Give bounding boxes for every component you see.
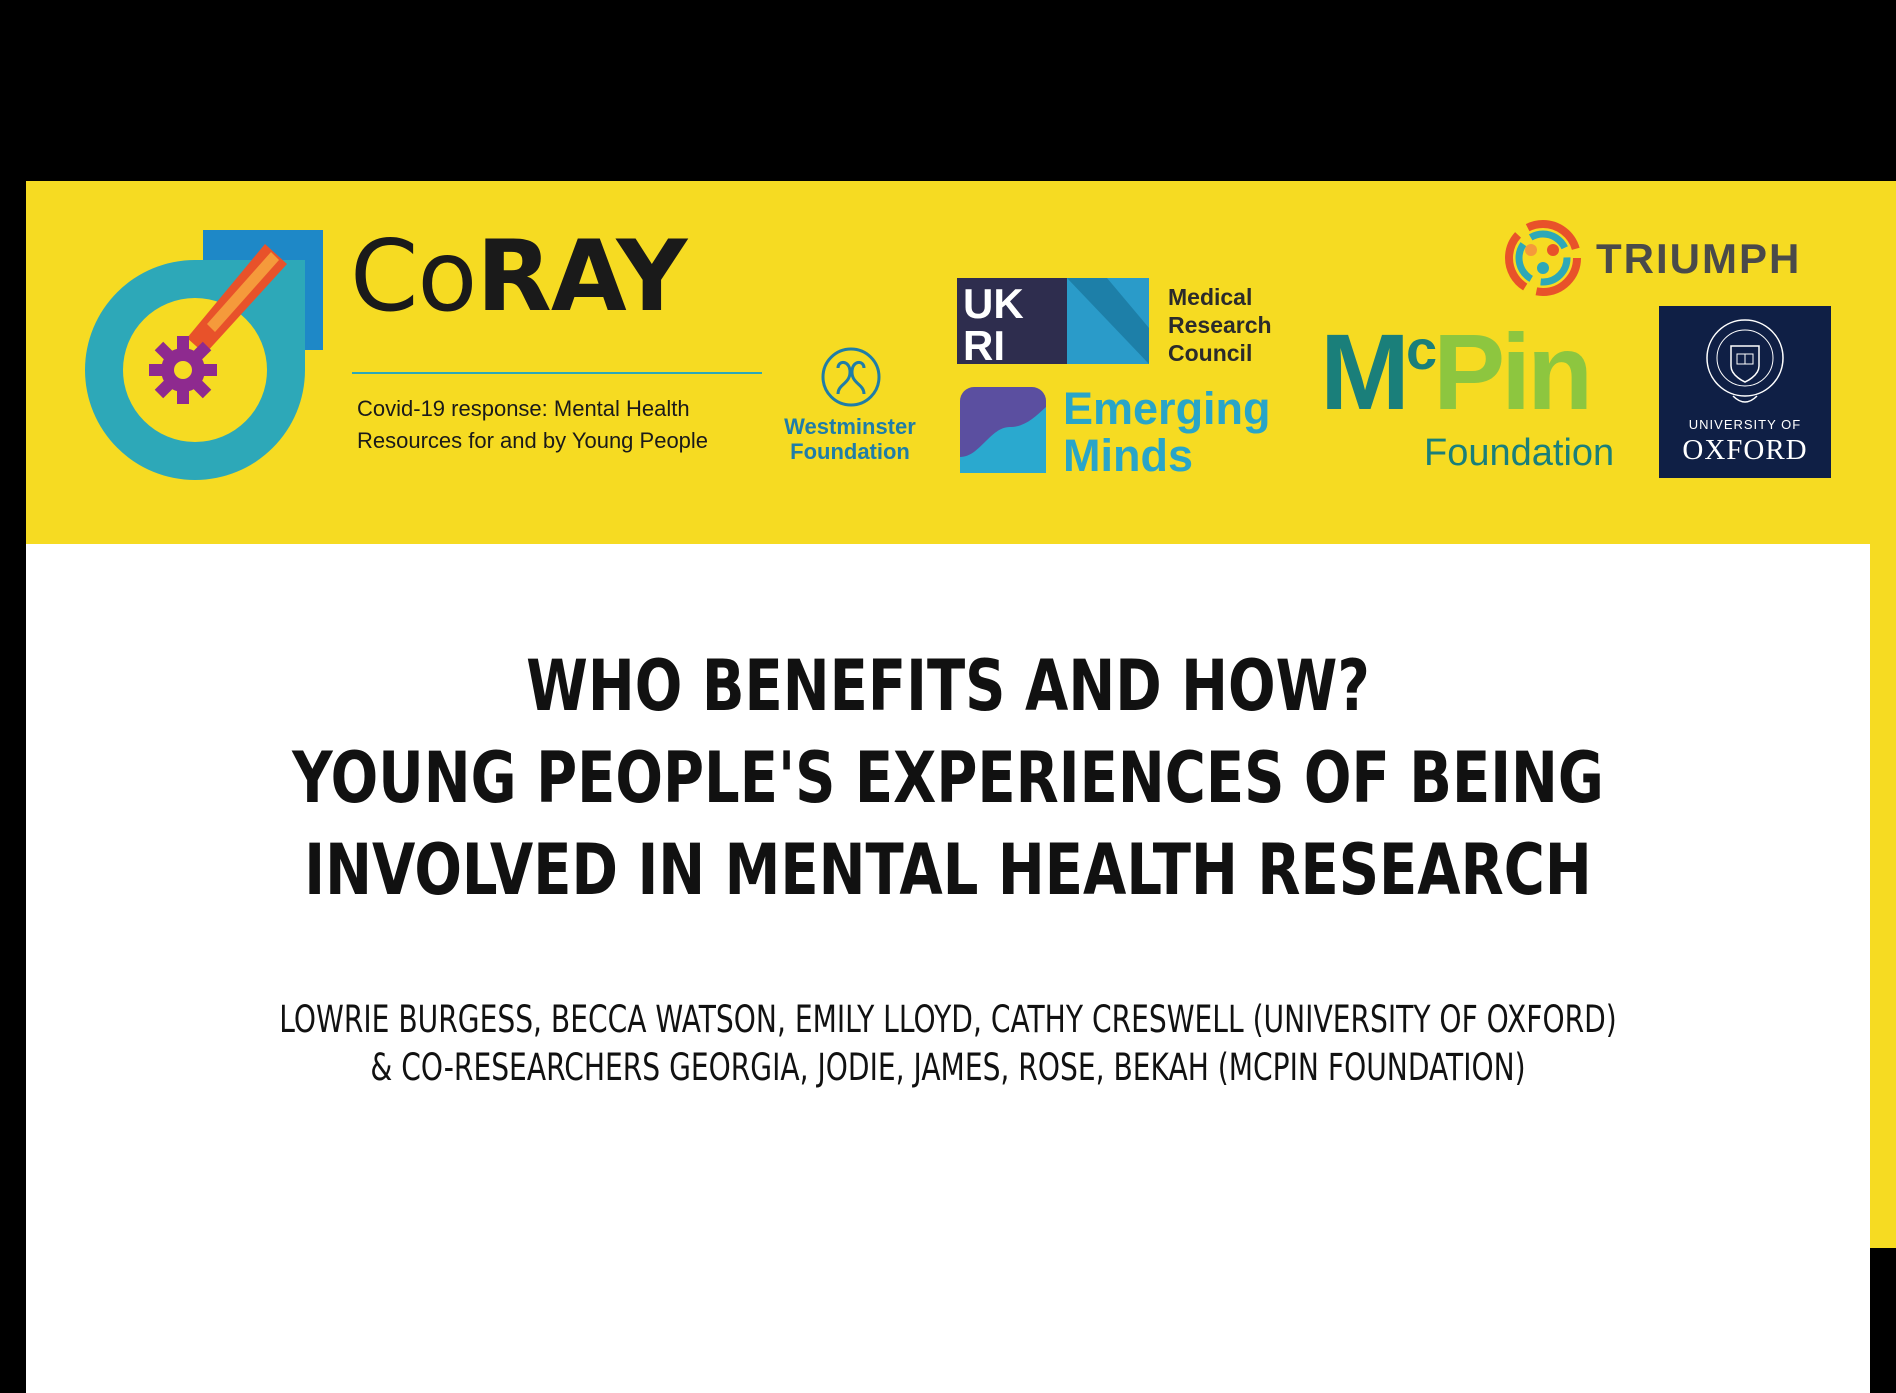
emerging-line1: Emerging [1063, 383, 1271, 434]
coray-tagline-line2: Resources for and by Young People [357, 428, 709, 453]
mcpin-pin: Pin [1433, 311, 1593, 432]
mcpin-m: M [1320, 311, 1410, 432]
westminster-line1: Westminster [784, 414, 916, 439]
coray-co: Co [350, 220, 477, 334]
authors-line1: LOWRIE BURGESS, BECCA WATSON, EMILY LLOY… [279, 998, 1617, 1041]
mrc-line2: Research [1168, 312, 1272, 338]
title-line3: INVOLVED IN MENTAL HEALTH RESEARCH [304, 829, 1592, 911]
oxford-university-of: UNIVERSITY OF [1688, 417, 1802, 432]
coray-tagline: Covid-19 response: Mental Health Resourc… [357, 393, 777, 457]
mrc-line1: Medical [1168, 284, 1253, 310]
mcpin-c: c [1405, 318, 1437, 381]
title-line1: WHO BENEFITS AND HOW? [526, 645, 1370, 727]
coray-gear-comet-icon [85, 230, 323, 480]
triumph-logo: TRIUMPH [1596, 235, 1802, 282]
coray-tagline-line1: Covid-19 response: Mental Health [357, 396, 690, 421]
oxford-logo: UNIVERSITY OF OXFORD [1659, 306, 1831, 478]
emerging-minds-icon [960, 387, 1046, 473]
mcpin-foundation-label: Foundation [1424, 432, 1615, 474]
triumph-people-icon [1505, 220, 1581, 296]
author-credits: LOWRIE BURGESS, BECCA WATSON, EMILY LLOY… [247, 996, 1648, 1092]
title-line2: YOUNG PEOPLE'S EXPERIENCES OF BEING [292, 737, 1604, 819]
medical-research-council-label: Medical Research Council [1168, 283, 1272, 367]
yellow-edge-strip [1870, 544, 1896, 1248]
emerging-line2: Minds [1063, 430, 1193, 481]
svg-text:RI: RI [963, 322, 1005, 364]
emerging-minds-logo: Emerging Minds [1063, 385, 1271, 479]
page-title: WHO BENEFITS AND HOW? YOUNG PEOPLE'S EXP… [210, 640, 1685, 916]
authors-line2: & CO-RESEARCHERS GEORGIA, JODIE, JAMES, … [370, 1046, 1526, 1089]
mcpin-wordmark: McPin [1320, 318, 1593, 426]
oxford-name: OXFORD [1682, 434, 1808, 466]
coray-ray: RAY [476, 220, 687, 334]
mrc-line3: Council [1168, 340, 1253, 366]
westminster-knot-icon [821, 347, 881, 407]
coray-wordmark: CoRAY [350, 228, 687, 326]
coray-divider [352, 372, 762, 374]
westminster-foundation-logo: Westminster Foundation [770, 414, 930, 464]
svg-text:UK: UK [963, 280, 1024, 327]
ukri-logo: UK RI [957, 278, 1149, 364]
westminster-line2: Foundation [790, 439, 910, 464]
oxford-crest-icon [1706, 319, 1784, 403]
